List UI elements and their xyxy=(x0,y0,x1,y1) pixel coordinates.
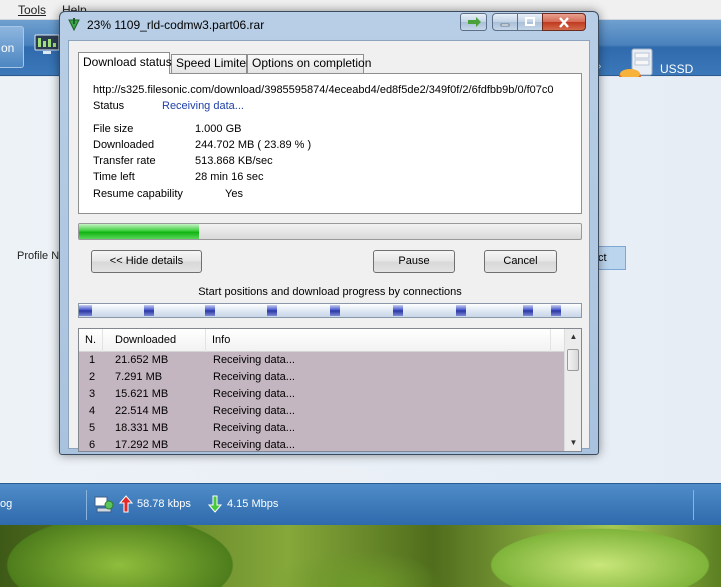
list-item[interactable]: 5 18.331 MB Receiving data... xyxy=(79,420,565,437)
connection-segment xyxy=(267,305,277,316)
tab-options-on-completion[interactable]: Options on completion xyxy=(247,54,371,73)
send-to-tray-button[interactable] xyxy=(460,13,487,31)
connection-segment xyxy=(205,305,215,316)
toolbar-connect-button[interactable]: on xyxy=(0,26,24,68)
row-info: Receiving data... xyxy=(213,405,295,417)
list-scrollbar[interactable]: ▲ ▼ xyxy=(564,329,581,451)
row-downloaded: 15.621 MB xyxy=(115,388,169,400)
row-downloaded: 22.514 MB xyxy=(115,405,169,417)
connection-segment xyxy=(144,305,154,316)
row-downloaded: 7.291 MB xyxy=(115,371,163,383)
connection-segment xyxy=(551,305,561,316)
row-info: Receiving data... xyxy=(213,422,295,434)
column-header-info[interactable]: Info xyxy=(206,329,551,352)
file-size-value: 1.000 GB xyxy=(195,123,242,135)
status-separator xyxy=(86,490,87,520)
close-icon xyxy=(559,16,569,28)
row-number: 2 xyxy=(89,371,96,383)
row-info: Receiving data... xyxy=(213,371,295,383)
row-downloaded: 18.331 MB xyxy=(115,422,169,434)
download-url: http://s325.filesonic.com/download/39855… xyxy=(93,84,554,96)
connection-segment xyxy=(456,305,466,316)
transfer-rate-value: 513.868 KB/sec xyxy=(195,155,273,167)
minimize-button[interactable] xyxy=(492,13,518,31)
network-icon xyxy=(94,496,114,513)
row-number: 1 xyxy=(89,354,96,366)
status-label: Status xyxy=(93,100,125,112)
minimize-icon xyxy=(500,23,510,27)
downloaded-value: 244.702 MB ( 23.89 % ) xyxy=(195,139,312,151)
resume-capability-label: Resume capability xyxy=(93,188,183,200)
column-header-n[interactable]: N. xyxy=(79,329,103,352)
download-arrow-icon xyxy=(208,495,222,513)
status-separator xyxy=(693,490,694,520)
maximize-icon xyxy=(525,17,535,26)
connections-progress-bar xyxy=(78,303,582,318)
list-item[interactable]: 3 15.621 MB Receiving data... xyxy=(79,386,565,403)
connect-button-label: ct xyxy=(598,252,607,264)
time-left-label: Time left xyxy=(93,171,135,183)
row-downloaded: 17.292 MB xyxy=(115,439,169,451)
status-left-text: og xyxy=(0,498,13,510)
connection-segment xyxy=(79,305,92,316)
connections-list: N. Downloaded Info 1 21.652 MB Receiving d… xyxy=(78,328,582,452)
row-info: Receiving data... xyxy=(213,388,295,400)
list-item[interactable]: 1 21.652 MB Receiving data... xyxy=(79,352,565,369)
list-rows: 1 21.652 MB Receiving data... 2 7.291 MB Rece… xyxy=(79,352,565,451)
tab-download-status[interactable]: Download status xyxy=(78,52,172,74)
desktop-wallpaper xyxy=(0,525,721,587)
ussd-label: USSD xyxy=(660,62,694,76)
dialog-body: Download status Speed Limiter Options on… xyxy=(68,40,590,452)
cancel-button[interactable]: Cancel xyxy=(484,250,557,273)
upload-arrow-icon xyxy=(119,495,133,513)
list-item[interactable]: 2 7.291 MB Receiving data... xyxy=(79,369,565,386)
row-info: Receiving data... xyxy=(213,354,295,366)
transfer-rate-label: Transfer rate xyxy=(93,155,156,167)
tab-label: Options on completion xyxy=(252,56,372,70)
connections-caption: Start positions and download progress by… xyxy=(198,286,462,298)
time-left-value: 28 min 16 sec xyxy=(195,171,264,183)
dialog-title: 23% 1109_rld-codmw3.part06.rar xyxy=(87,18,265,32)
hide-details-button[interactable]: << Hide details xyxy=(91,250,202,273)
idm-app-icon xyxy=(68,18,80,32)
dialog-titlebar[interactable]: 23% 1109_rld-codmw3.part06.rar xyxy=(60,12,598,38)
tab-speed-limiter[interactable]: Speed Limiter xyxy=(171,54,251,73)
resume-capability-value: Yes xyxy=(225,188,243,200)
arrow-right-icon xyxy=(467,17,481,27)
connection-segment xyxy=(393,305,403,316)
list-item[interactable]: 4 22.514 MB Receiving data... xyxy=(79,403,565,420)
scroll-thumb[interactable] xyxy=(567,349,579,371)
row-number: 3 xyxy=(89,388,96,400)
scroll-up-icon[interactable]: ▲ xyxy=(566,329,581,344)
pause-button[interactable]: Pause xyxy=(373,250,455,273)
status-bar: og 58.78 kbps 4.15 Mbps xyxy=(0,483,721,525)
menu-tools[interactable]: Tools xyxy=(18,3,46,17)
download-dialog: 23% 1109_rld-codmw3.part06.rar Download … xyxy=(59,11,599,455)
progress-fill xyxy=(79,224,199,239)
close-button[interactable] xyxy=(542,13,586,31)
scroll-down-icon[interactable]: ▼ xyxy=(566,435,581,450)
monitor-icon[interactable] xyxy=(34,34,60,56)
connection-segment xyxy=(330,305,340,316)
file-size-label: File size xyxy=(93,123,134,135)
row-downloaded: 21.652 MB xyxy=(115,354,169,366)
list-header: N. Downloaded Info xyxy=(79,329,565,352)
row-number: 4 xyxy=(89,405,96,417)
toolbar-button-label: on xyxy=(1,41,15,55)
maximize-button[interactable] xyxy=(517,13,543,31)
upload-speed: 58.78 kbps xyxy=(137,498,191,510)
download-speed: 4.15 Mbps xyxy=(227,498,279,510)
row-number: 5 xyxy=(89,422,96,434)
downloaded-label: Downloaded xyxy=(93,139,155,151)
download-status-panel: http://s325.filesonic.com/download/39855… xyxy=(78,73,582,214)
list-item[interactable]: 6 17.292 MB Receiving data... xyxy=(79,437,565,451)
row-info: Receiving data... xyxy=(213,439,295,451)
row-number: 6 xyxy=(89,439,96,451)
tab-label: Download status xyxy=(83,55,172,69)
connection-segment xyxy=(523,305,533,316)
tab-label: Speed Limiter xyxy=(176,56,251,70)
column-header-downloaded[interactable]: Downloaded xyxy=(103,329,206,352)
download-progress-bar xyxy=(78,223,582,240)
status-value: Receiving data... xyxy=(162,100,244,112)
